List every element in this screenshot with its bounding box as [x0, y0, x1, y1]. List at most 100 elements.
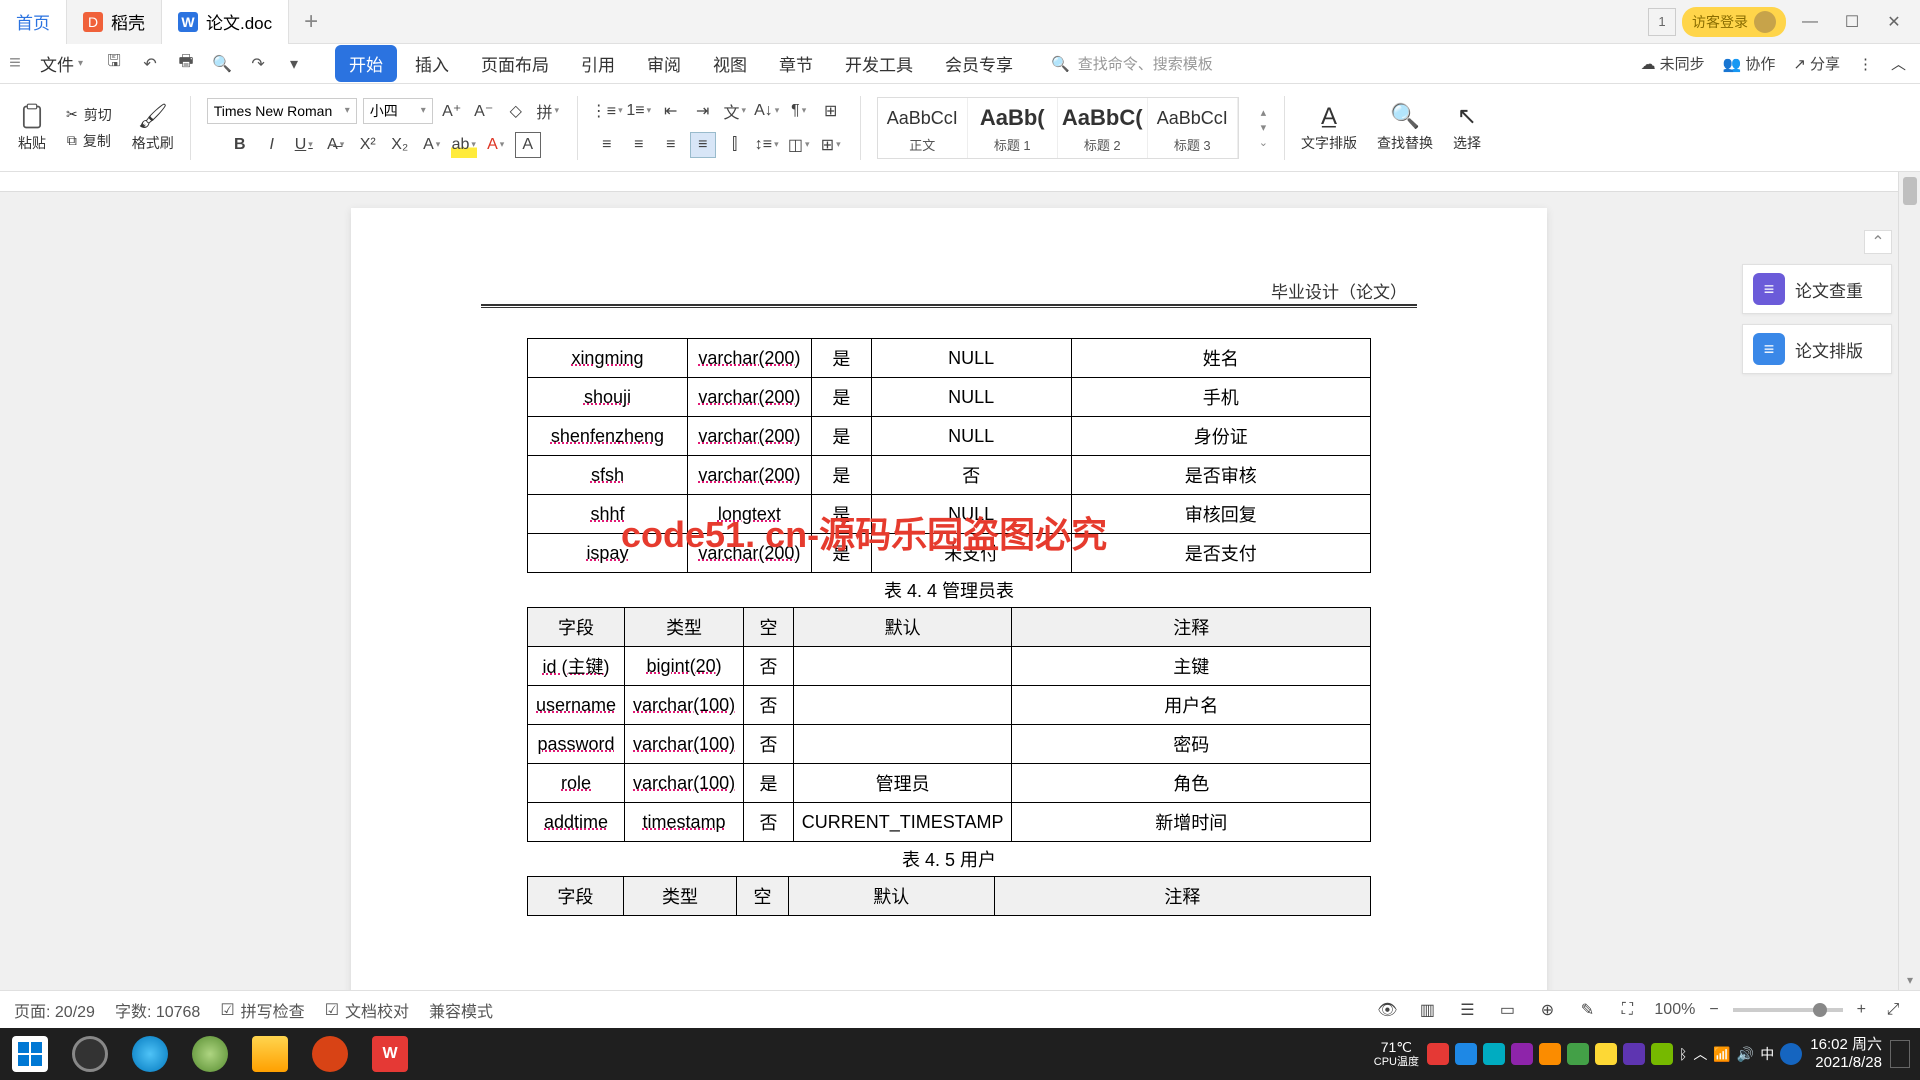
table-row[interactable]: sfshvarchar(200)是否是否审核: [528, 456, 1371, 495]
app-icon[interactable]: [300, 1028, 360, 1080]
asian-layout-icon[interactable]: 文: [722, 98, 748, 124]
table-cell[interactable]: 是否支付: [1071, 534, 1370, 573]
tray-icon[interactable]: [1427, 1043, 1449, 1065]
tab-page-layout[interactable]: 页面布局: [467, 45, 563, 82]
table-cell[interactable]: 用户名: [1012, 686, 1371, 725]
table-cell[interactable]: 姓名: [1071, 339, 1370, 378]
superscript-icon[interactable]: X²: [355, 132, 381, 158]
find-replace-button[interactable]: 🔍查找替换: [1377, 102, 1433, 153]
table-cell[interactable]: varchar(100): [625, 764, 744, 803]
style-h2[interactable]: AaBbC(标题 2: [1058, 98, 1148, 158]
table-cell[interactable]: password: [528, 725, 625, 764]
bluetooth-icon[interactable]: ᛒ: [1679, 1046, 1687, 1062]
table-cell[interactable]: NULL: [871, 417, 1071, 456]
cooperation-button[interactable]: 👥协作: [1723, 53, 1776, 74]
command-search[interactable]: 🔍 查找命令、搜索模板: [1051, 53, 1213, 74]
wps-icon[interactable]: W: [360, 1028, 420, 1080]
vertical-scrollbar[interactable]: ▾: [1898, 172, 1920, 990]
sort-icon[interactable]: A↓: [754, 98, 780, 124]
decrease-font-icon[interactable]: A⁻: [471, 98, 497, 124]
print-icon[interactable]: 🖶: [175, 53, 197, 75]
select-button[interactable]: ↖选择: [1453, 102, 1481, 153]
table-cell[interactable]: id (主键): [528, 647, 625, 686]
table-cell[interactable]: 否: [744, 803, 794, 842]
table-cell[interactable]: varchar(100): [625, 686, 744, 725]
table-cell[interactable]: 是: [811, 339, 871, 378]
italic-icon[interactable]: I: [259, 132, 285, 158]
table-cell[interactable]: varchar(200): [687, 339, 811, 378]
browser-icon[interactable]: [180, 1028, 240, 1080]
start-button[interactable]: [0, 1028, 60, 1080]
reading-icon[interactable]: ▭: [1494, 997, 1520, 1023]
table-cell[interactable]: 是: [811, 456, 871, 495]
cut-button[interactable]: ✂剪切: [66, 105, 112, 125]
tab-add-button[interactable]: +: [289, 8, 333, 36]
page-counter[interactable]: 页面: 20/29: [14, 998, 95, 1022]
window-count[interactable]: 1: [1648, 8, 1676, 36]
redo-icon[interactable]: ↷: [247, 53, 269, 75]
table-cell[interactable]: varchar(200): [687, 456, 811, 495]
close-button[interactable]: ✕: [1876, 6, 1912, 38]
tab-view[interactable]: 视图: [699, 45, 761, 82]
align-left-icon[interactable]: ≡: [594, 132, 620, 158]
eye-icon[interactable]: 👁: [1374, 997, 1400, 1023]
table-row[interactable]: shoujivarchar(200)是NULL手机: [528, 378, 1371, 417]
character-border-icon[interactable]: A: [515, 132, 541, 158]
zoom-knob[interactable]: [1813, 1003, 1827, 1017]
styles-gallery[interactable]: AaBbCcI正文 AaBb(标题 1 AaBbC(标题 2 AaBbCcI标题…: [877, 97, 1239, 159]
table-row[interactable]: usernamevarchar(100)否用户名: [528, 686, 1371, 725]
tab-review[interactable]: 审阅: [633, 45, 695, 82]
subscript-icon[interactable]: X₂: [387, 132, 413, 158]
tray-icon[interactable]: [1623, 1043, 1645, 1065]
table-cell[interactable]: 密码: [1012, 725, 1371, 764]
tab-daoke[interactable]: D 稻壳: [67, 0, 162, 44]
annotate-icon[interactable]: ✎: [1574, 997, 1600, 1023]
table-cell[interactable]: 否: [744, 686, 794, 725]
table-row[interactable]: rolevarchar(100)是管理员角色: [528, 764, 1371, 803]
table-cell[interactable]: 否: [744, 725, 794, 764]
file-menu[interactable]: 文件▾: [30, 51, 93, 76]
table-cell[interactable]: CURRENT_TIMESTAMP: [793, 803, 1012, 842]
save-icon[interactable]: 🖫: [103, 53, 125, 75]
table-cell[interactable]: [793, 725, 1012, 764]
web-layout-icon[interactable]: ⊕: [1534, 997, 1560, 1023]
table-cell[interactable]: 身份证: [1071, 417, 1370, 456]
maximize-button[interactable]: ☐: [1834, 6, 1870, 38]
distribute-icon[interactable]: ⫿: [722, 132, 748, 158]
table-cell[interactable]: 角色: [1012, 764, 1371, 803]
show-marks-icon[interactable]: ¶: [786, 98, 812, 124]
decrease-indent-icon[interactable]: ⇤: [658, 98, 684, 124]
styles-scroll-down-icon[interactable]: ▾: [1261, 121, 1267, 134]
tray-expand-icon[interactable]: ︿: [1693, 1044, 1707, 1064]
spell-check-button[interactable]: ☑拼写检查: [220, 998, 304, 1022]
style-h3[interactable]: AaBbCcI标题 3: [1148, 98, 1238, 158]
table-cell[interactable]: 主键: [1012, 647, 1371, 686]
align-justify-icon[interactable]: ≡: [690, 132, 716, 158]
tab-reference[interactable]: 引用: [567, 45, 629, 82]
font-name-select[interactable]: Times New Roman▾: [207, 98, 357, 124]
table-cell[interactable]: shouji: [528, 378, 688, 417]
side-panel-toggle[interactable]: ⌃: [1864, 230, 1892, 254]
table-row[interactable]: addtimetimestamp否CURRENT_TIMESTAMP新增时间: [528, 803, 1371, 842]
undo-icon[interactable]: ↶: [139, 53, 161, 75]
tray-icon[interactable]: [1511, 1043, 1533, 1065]
table-2[interactable]: 字段类型空默认注释id (主键)bigint(20)否主键usernamevar…: [527, 607, 1371, 842]
ime-icon[interactable]: 中: [1760, 1044, 1774, 1064]
scrollbar-thumb[interactable]: [1903, 177, 1917, 205]
underline-icon[interactable]: U: [291, 132, 317, 158]
clear-format-icon[interactable]: ◇: [503, 98, 529, 124]
tray-icon[interactable]: [1780, 1043, 1802, 1065]
tray-icon[interactable]: [1455, 1043, 1477, 1065]
tab-document[interactable]: W 论文.doc: [162, 0, 289, 44]
strikethrough-icon[interactable]: A̶: [323, 132, 349, 158]
table-cell[interactable]: varchar(200): [687, 378, 811, 417]
table-row[interactable]: passwordvarchar(100)否密码: [528, 725, 1371, 764]
table-cell[interactable]: 新增时间: [1012, 803, 1371, 842]
tray-icon[interactable]: [1651, 1043, 1673, 1065]
align-center-icon[interactable]: ≡: [626, 132, 652, 158]
print-preview-icon[interactable]: 🔍: [211, 53, 233, 75]
table-cell[interactable]: sfsh: [528, 456, 688, 495]
table-cell[interactable]: varchar(200): [687, 417, 811, 456]
style-body[interactable]: AaBbCcI正文: [878, 98, 968, 158]
hamburger-icon[interactable]: ≡: [0, 52, 30, 75]
